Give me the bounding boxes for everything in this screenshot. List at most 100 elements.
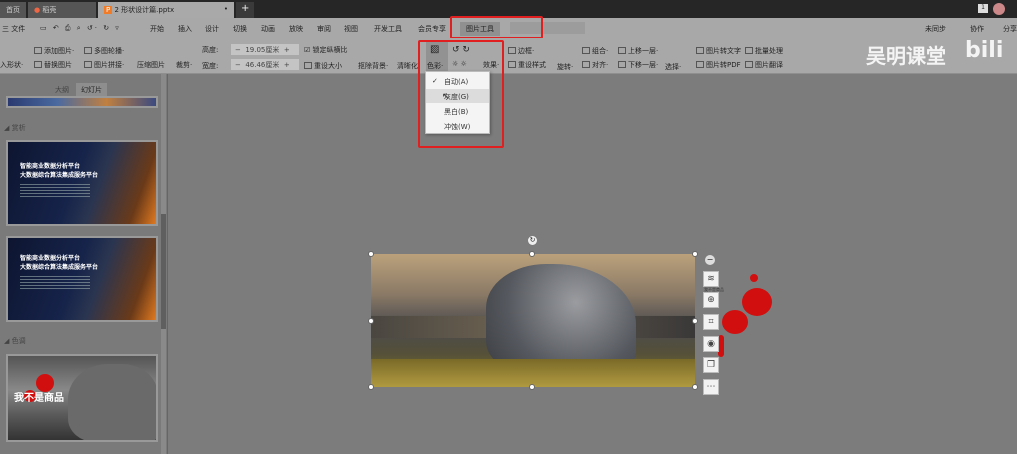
label: 添加图片·	[44, 47, 75, 55]
avatar[interactable]	[993, 3, 1005, 15]
clarify-button[interactable]: 清晰化	[397, 61, 418, 71]
check-icon: ✓	[432, 77, 438, 85]
group-button[interactable]: 组合·	[582, 46, 608, 56]
align-icon	[582, 61, 590, 68]
remove-background-button[interactable]: 抠除背景·	[358, 61, 388, 71]
layers-icon[interactable]: ≋	[703, 271, 719, 287]
resize-handle[interactable]	[692, 318, 698, 324]
new-tab-button[interactable]: +	[236, 2, 254, 18]
menu-dev-tools[interactable]: 开发工具	[374, 24, 402, 34]
rotate-button[interactable]: 旋转·	[557, 62, 573, 72]
resize-handle[interactable]	[529, 251, 535, 257]
label: 图片翻译	[755, 61, 783, 69]
sync-status[interactable]: 未同步	[925, 24, 946, 34]
crop-button[interactable]: 裁剪·	[176, 60, 192, 70]
multi-carousel-button[interactable]: 多图轮播·	[84, 46, 124, 56]
add-image-button[interactable]: 添加图片·	[34, 46, 74, 56]
rhino-silhouette	[68, 364, 156, 440]
scrollbar-thumb[interactable]	[161, 214, 166, 329]
slide-thumbnail[interactable]	[6, 96, 158, 108]
label: 冲蚀(W)	[444, 123, 471, 131]
tab-pptx[interactable]: P 2 形状设计篇.pptx •	[98, 2, 234, 18]
section-heading[interactable]: ◢ 赏析	[4, 123, 26, 133]
slide-thumbnail[interactable]: 智能商业数据分析平台 大数据综合算法集成服务平台	[6, 236, 158, 322]
menu-design[interactable]: 设计	[205, 24, 219, 34]
crop-icon[interactable]: ⌗	[703, 314, 719, 330]
bring-forward-button[interactable]: 上移一层·	[618, 46, 658, 56]
resize-handle[interactable]	[368, 318, 374, 324]
slide-thumbnail[interactable]: 我不是商品	[6, 354, 158, 442]
tab-outline[interactable]: 大纲	[55, 85, 69, 95]
menu-item-washout[interactable]: 冲蚀(W)	[426, 119, 489, 133]
tab-docer[interactable]: ● 稻壳	[28, 2, 96, 18]
label: 替换图片	[44, 61, 72, 69]
tab-home[interactable]: 首页	[0, 2, 26, 18]
menu-review[interactable]: 审阅	[317, 24, 331, 34]
compress-image-button[interactable]: 压缩图片	[137, 60, 165, 70]
label: 批量处理	[755, 47, 783, 55]
layer-up-icon	[618, 47, 626, 54]
selected-picture[interactable]	[371, 254, 695, 387]
menu-item-auto[interactable]: ✓ 自动(A)	[426, 74, 489, 88]
tab-slides[interactable]: 幻灯片	[76, 83, 107, 97]
resize-handle[interactable]	[529, 384, 535, 390]
reset-style-icon	[508, 61, 516, 68]
image-collage-button[interactable]: 图片拼接·	[84, 60, 124, 70]
slide-thumbnail[interactable]: 智能商业数据分析平台 大数据综合算法集成服务平台	[6, 140, 158, 226]
menu-slideshow[interactable]: 放映	[289, 24, 303, 34]
mouse-cursor-icon: ↖	[442, 92, 450, 102]
menu-animation[interactable]: 动画	[261, 24, 275, 34]
send-backward-button[interactable]: 下移一层·	[618, 60, 658, 70]
notification-icon[interactable]: 1	[978, 4, 988, 13]
copy-picture-icon[interactable]: ❐	[703, 357, 719, 373]
zoom-in-icon[interactable]: ⊕	[703, 292, 719, 308]
replace-image-button[interactable]: 替换图片	[34, 60, 72, 70]
file-menu[interactable]: 三 文件	[2, 24, 25, 34]
collapse-icon[interactable]: −	[705, 255, 715, 265]
label: 图片转PDF	[706, 61, 741, 69]
lock-ratio-checkbox[interactable]: ☑ 锁定纵横比	[304, 45, 348, 55]
menu-start[interactable]: 开始	[150, 24, 164, 34]
label: 边框·	[518, 47, 535, 55]
image-to-pdf-button[interactable]: 图片转PDF	[696, 60, 741, 70]
label: 自动(A)	[444, 78, 469, 86]
label: 图片转文字	[706, 47, 741, 55]
label: 重设大小	[314, 62, 342, 70]
rotate-handle-icon[interactable]: ↻	[528, 236, 537, 245]
batch-icon	[745, 47, 753, 54]
label: 上移一层·	[628, 47, 659, 55]
width-input[interactable]: − 46.46厘米 +	[231, 59, 299, 70]
batch-process-button[interactable]: 批量处理	[745, 46, 783, 56]
resize-handle[interactable]	[692, 251, 698, 257]
collaborate-button[interactable]: 协作	[970, 24, 984, 34]
resize-handle[interactable]	[692, 384, 698, 390]
reset-style-button[interactable]: 重设样式	[508, 60, 546, 70]
align-button[interactable]: 对齐·	[582, 60, 608, 70]
share-button[interactable]: 分享	[1003, 24, 1017, 34]
select-button[interactable]: 选择·	[665, 62, 681, 72]
section-heading[interactable]: ◢ 色调	[4, 336, 26, 346]
menu-item-grayscale[interactable]: 灰度(G)	[426, 89, 489, 103]
blood-splatter	[722, 310, 748, 334]
menu-transition[interactable]: 切换	[233, 24, 247, 34]
collage-icon	[84, 61, 92, 68]
image-translate-button[interactable]: 图片翻译	[745, 60, 783, 70]
resize-handle[interactable]	[368, 251, 374, 257]
highlight-box-picture-tools	[450, 16, 543, 39]
menu-item-black-white[interactable]: 黑白(B)	[426, 104, 489, 118]
menu-insert[interactable]: 插入	[178, 24, 192, 34]
image-icon	[34, 61, 42, 68]
menu-view[interactable]: 视图	[344, 24, 358, 34]
grass	[371, 359, 695, 387]
height-input[interactable]: − 19.05厘米 +	[231, 44, 299, 55]
scrollbar[interactable]	[161, 74, 166, 454]
reset-size-button[interactable]: 重设大小	[304, 61, 342, 71]
resize-handle[interactable]	[368, 384, 374, 390]
image-to-text-button[interactable]: 图片转文字	[696, 46, 741, 56]
insert-shape-button[interactable]: 入形状·	[0, 60, 23, 70]
close-tab-icon[interactable]: •	[224, 5, 228, 13]
lightbulb-icon[interactable]: ◉	[703, 336, 719, 352]
border-button[interactable]: 边框·	[508, 46, 534, 56]
menu-member[interactable]: 会员专享	[418, 24, 446, 34]
more-icon[interactable]: ⋯	[703, 379, 719, 395]
